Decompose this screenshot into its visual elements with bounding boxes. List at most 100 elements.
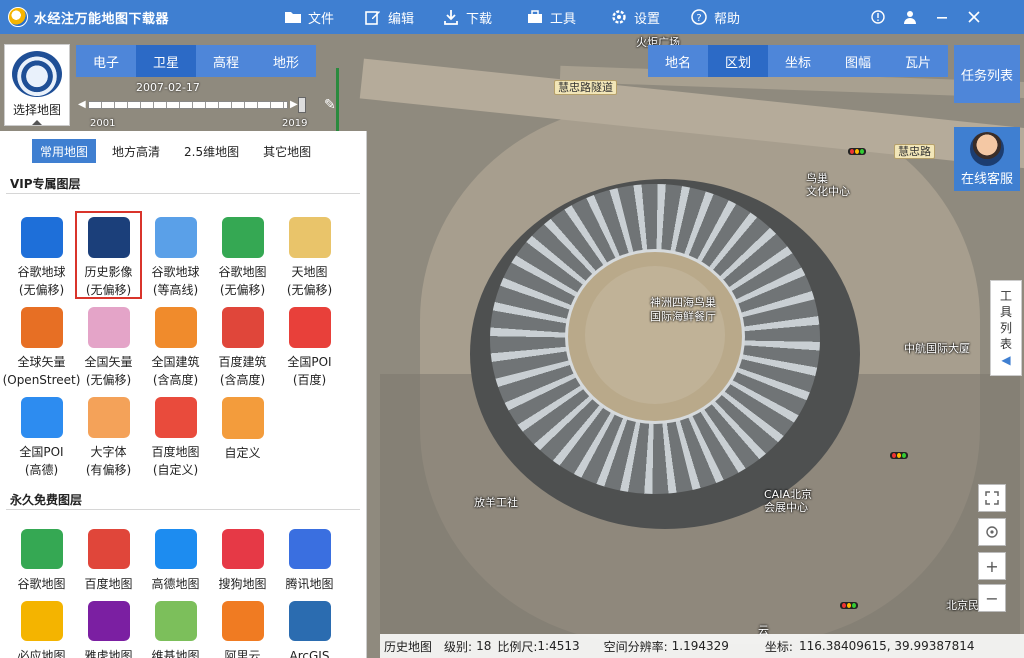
minimize-icon[interactable] — [926, 0, 958, 34]
layer-item[interactable]: 谷歌地球 (无偏移) — [8, 211, 75, 299]
timeline-track[interactable] — [88, 101, 288, 109]
layer-item[interactable]: 历史影像 (无偏移) — [75, 211, 142, 299]
wiki-map-icon — [154, 601, 197, 641]
timeline-prev-icon[interactable]: ◀ — [78, 99, 86, 110]
timeline-slider-handle[interactable] — [298, 97, 306, 113]
menu-settings-label: 设置 — [634, 11, 661, 27]
tab-sheet[interactable]: 图幅 — [828, 45, 888, 77]
contour-icon — [154, 217, 197, 258]
layer-item[interactable]: 腾讯地图 — [276, 523, 343, 593]
tab-tile[interactable]: 瓦片 — [888, 45, 948, 77]
subtab-common[interactable]: 常用地图 — [32, 139, 97, 163]
caret-up-icon — [32, 120, 42, 125]
building-icon — [154, 307, 197, 348]
map-select-panel: 常用地图 地方高清 2.5维地图 其它地图 VIP专属图层 谷歌地球 (无偏移) 历… — [0, 131, 367, 658]
stadium-field — [585, 266, 725, 404]
menu-edit[interactable]: 编辑 — [364, 0, 414, 34]
menu-settings[interactable]: 设置 — [610, 0, 660, 34]
layer-item[interactable]: 全国POI (高德) — [8, 391, 75, 479]
layer-item-note: (等高线) — [152, 283, 199, 297]
layer-item[interactable]: 百度地图 (自定义) — [142, 391, 209, 479]
layer-item[interactable]: 维基地图 — [142, 595, 209, 658]
divider — [6, 509, 360, 510]
globe-icon — [12, 51, 62, 97]
toolbox-icon — [526, 8, 544, 26]
tab-district[interactable]: 区划 — [708, 45, 768, 77]
layer-item[interactable]: 大字体 (有偏移) — [75, 391, 142, 479]
subtab-local-hd[interactable]: 地方高清 — [104, 139, 168, 163]
layer-item-note: (无偏移) — [286, 283, 333, 297]
layer-item-note: (有偏移) — [85, 463, 132, 477]
layer-item[interactable]: 百度地图 — [75, 523, 142, 593]
layer-item[interactable]: 天地图 (无偏移) — [276, 211, 343, 299]
layer-item[interactable]: ArcGIS — [276, 595, 343, 658]
select-map-button[interactable]: 选择地图 — [4, 44, 70, 126]
subtab-2-5d[interactable]: 2.5维地图 — [176, 139, 247, 163]
tab-terrain[interactable]: 地形 — [256, 45, 316, 77]
layer-item[interactable]: 谷歌地图 (无偏移) — [209, 211, 276, 299]
menu-tools[interactable]: 工具 — [526, 0, 576, 34]
layer-item[interactable]: 搜狗地图 — [209, 523, 276, 593]
tool-list-char: 工 — [999, 289, 1012, 303]
menu-help[interactable]: ? 帮助 — [690, 0, 740, 34]
layer-item[interactable]: 全国矢量 (无偏移) — [75, 301, 142, 389]
menu-file-label: 文件 — [308, 11, 335, 27]
layer-item[interactable]: 谷歌地图 — [8, 523, 75, 593]
divider — [6, 193, 360, 194]
tool-list-panel[interactable]: 工 具 列 表 ◀ — [990, 280, 1022, 376]
menu-file[interactable]: 文件 — [284, 0, 334, 34]
tab-placename[interactable]: 地名 — [648, 45, 708, 77]
zoom-in-button[interactable]: + — [978, 552, 1006, 580]
layer-item[interactable]: 雅虎地图 — [75, 595, 142, 658]
tab-elevation[interactable]: 高程 — [196, 45, 256, 77]
menu-download[interactable]: 下载 — [442, 0, 492, 34]
task-list-button[interactable]: 任务列表 — [954, 45, 1020, 103]
map-label-culture-1: 鸟巢 — [806, 172, 828, 185]
layer-item-name: 全国矢量 — [84, 355, 133, 369]
timeline-next-icon[interactable]: ▶ — [290, 99, 298, 110]
timeline-start: 2001 — [90, 118, 116, 129]
layer-item-name: 雅虎地图 — [84, 649, 133, 658]
fullscreen-icon — [985, 491, 999, 505]
status-layer: 历史地图 — [384, 639, 433, 654]
layer-item[interactable]: 必应地图 — [8, 595, 75, 658]
user-icon[interactable] — [894, 0, 926, 34]
close-icon[interactable] — [958, 0, 990, 34]
tab-satellite[interactable]: 卫星 — [136, 45, 196, 77]
app-title: 水经注万能地图下载器 — [34, 11, 170, 27]
tab-electronic[interactable]: 电子 — [76, 45, 136, 77]
subtab-other[interactable]: 其它地图 — [255, 139, 319, 163]
wrench-icon[interactable]: ✎ — [324, 97, 336, 113]
map-label-tunnel: 慧忠路隧道 — [554, 80, 617, 95]
layer-item-name: 谷歌地图 — [17, 577, 66, 591]
locate-button[interactable] — [978, 518, 1006, 546]
map-label-caia-1: CAIA北京 — [764, 488, 812, 501]
layer-item-note: (无偏移) — [219, 283, 266, 297]
layer-item[interactable]: 高德地图 — [142, 523, 209, 593]
layer-item[interactable]: 谷歌地球 (等高线) — [142, 211, 209, 299]
title-bar: 水经注万能地图下载器 文件 编辑 下载 工具 设置 ? 帮助 — [0, 0, 1024, 34]
bing-map-icon — [20, 601, 63, 641]
timeline-current-date: 2007-02-17 — [136, 81, 200, 94]
layer-item-name: ArcGIS — [289, 649, 330, 658]
layer-item[interactable]: 全国POI (百度) — [276, 301, 343, 389]
layer-item-note: (无偏移) — [85, 283, 132, 297]
poi-baidu-icon — [288, 307, 331, 348]
layer-item[interactable]: 自定义 — [209, 391, 276, 479]
history-imagery-icon — [87, 217, 130, 258]
zoom-out-button[interactable]: − — [978, 584, 1006, 612]
map-label-restaurant-2: 国际海鲜餐厅 — [650, 310, 716, 323]
online-support-button[interactable]: 在线客服 — [954, 127, 1020, 191]
china-vector-icon — [87, 307, 130, 348]
info-icon[interactable] — [862, 0, 894, 34]
layer-item[interactable]: 百度建筑 (含高度) — [209, 301, 276, 389]
traffic-light-icon — [848, 148, 866, 155]
fullscreen-button[interactable] — [978, 484, 1006, 512]
layer-item-name: 全国POI — [287, 355, 332, 369]
tab-coordinate[interactable]: 坐标 — [768, 45, 828, 77]
layer-item[interactable]: 全球矢量 (OpenStreet) — [3, 301, 80, 389]
status-level-label: 级别: — [444, 639, 473, 654]
layer-item-name: 谷歌地球 — [17, 265, 66, 279]
layer-item[interactable]: 全国建筑 (含高度) — [142, 301, 209, 389]
layer-item[interactable]: 阿里云 — [209, 595, 276, 658]
